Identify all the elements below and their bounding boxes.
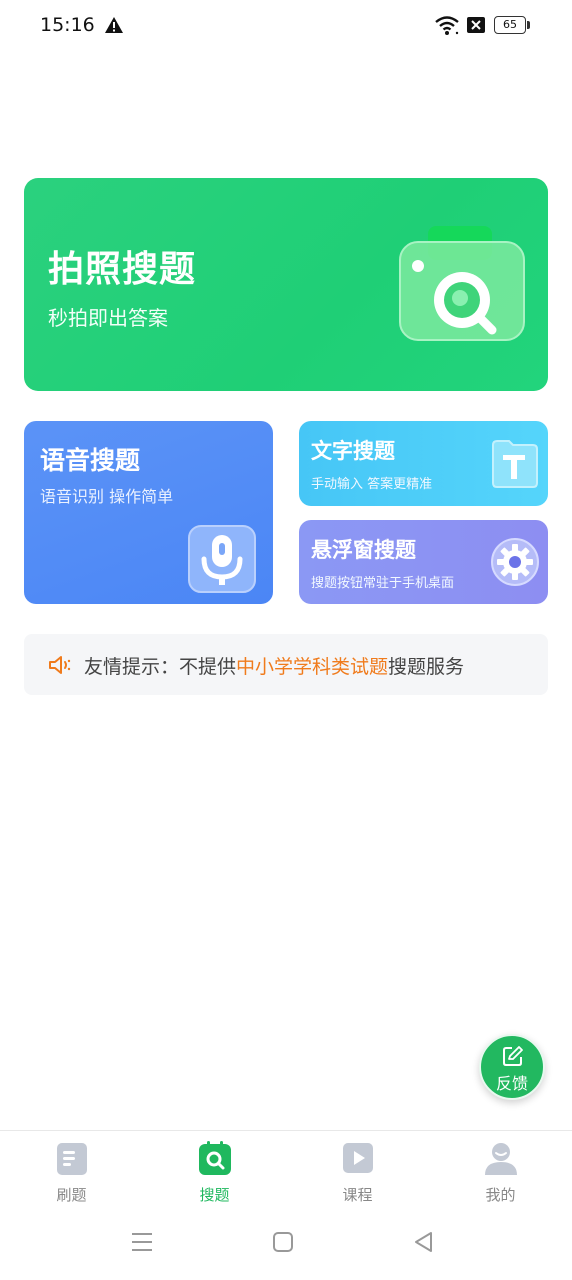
feedback-button[interactable]: 反馈 [479, 1034, 545, 1100]
battery-level: 65 [494, 16, 526, 34]
no-sim-icon [467, 17, 485, 33]
system-nav-bar [0, 1208, 572, 1280]
photo-search-title: 拍照搜题 [48, 249, 197, 290]
notice-prefix: 友情提示：不提供 [84, 656, 237, 678]
notice-suffix: 搜题服务 [388, 656, 465, 678]
warning-icon [105, 17, 123, 33]
text-search-subtitle: 手动输入 答案更精准 [311, 477, 433, 492]
float-window-search-card[interactable]: 悬浮窗搜题 搜题按钮常驻于手机桌面 [299, 520, 548, 604]
search-calendar-icon [199, 1141, 231, 1175]
status-time: 15:16 [40, 14, 95, 36]
battery-icon: 65 [494, 16, 530, 34]
speaker-icon [49, 656, 71, 674]
tab-courses[interactable]: 课程 [286, 1131, 429, 1209]
voice-search-subtitle: 语音识别 操作简单 [40, 487, 174, 506]
tab-practice[interactable]: 刷题 [0, 1131, 143, 1209]
text-search-card[interactable]: 文字搜题 手动输入 答案更精准 [299, 421, 548, 506]
play-icon [343, 1143, 373, 1173]
tab-profile[interactable]: 我的 [429, 1131, 572, 1209]
notice-bar: 友情提示：不提供中小学学科类试题搜题服务 [24, 634, 548, 695]
bottom-tab-bar: 刷题 搜题 课程 我的 [0, 1130, 572, 1208]
tab-search[interactable]: 搜题 [143, 1131, 286, 1209]
photo-search-subtitle: 秒拍即出答案 [48, 306, 168, 330]
edit-icon [503, 1046, 523, 1066]
photo-search-card[interactable]: 拍照搜题 秒拍即出答案 [24, 178, 548, 391]
float-search-title: 悬浮窗搜题 [311, 538, 416, 562]
text-search-title: 文字搜题 [311, 439, 395, 463]
menu-icon[interactable] [130, 1230, 154, 1254]
gear-icon [491, 538, 539, 586]
feedback-label: 反馈 [495, 1074, 528, 1093]
tab-practice-label: 刷题 [56, 1186, 87, 1204]
voice-search-card[interactable]: 语音搜题 语音识别 操作简单 [24, 421, 273, 604]
wifi-icon [435, 16, 459, 35]
tab-profile-label: 我的 [485, 1186, 516, 1204]
tab-courses-label: 课程 [342, 1186, 373, 1204]
tab-search-label: 搜题 [199, 1186, 230, 1204]
microphone-icon [188, 525, 256, 593]
voice-search-title: 语音搜题 [40, 446, 141, 475]
notice-text: 友情提示：不提供中小学学科类试题搜题服务 [84, 652, 464, 679]
float-search-subtitle: 搜题按钮常驻于手机桌面 [311, 576, 455, 591]
notice-highlight: 中小学学科类试题 [236, 656, 389, 678]
document-icon [57, 1143, 87, 1175]
home-square-icon[interactable] [271, 1230, 295, 1254]
text-t-icon [492, 440, 538, 488]
user-icon [485, 1143, 517, 1175]
back-triangle-icon[interactable] [412, 1230, 436, 1254]
status-bar: 15:16 65 [0, 0, 572, 52]
camera-icon [399, 226, 525, 341]
